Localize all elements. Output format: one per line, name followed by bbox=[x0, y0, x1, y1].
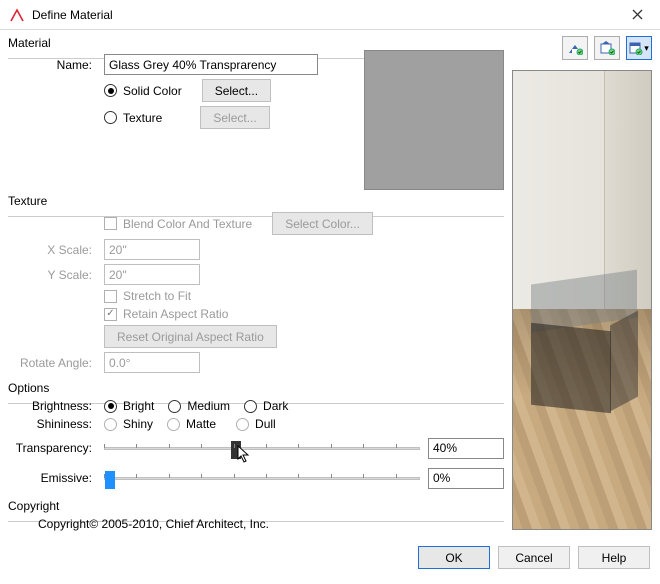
solid-color-radio[interactable]: Solid Color bbox=[104, 84, 182, 98]
material-group: Material Name: Solid Color Select... bbox=[8, 36, 504, 190]
app-icon bbox=[10, 8, 24, 22]
preview-pane[interactable] bbox=[512, 70, 652, 530]
bright-radio[interactable]: Bright bbox=[104, 399, 154, 413]
texture-select-button: Select... bbox=[200, 106, 269, 129]
copyright-text: Copyright© 2005-2010, Chief Architect, I… bbox=[38, 517, 269, 531]
ok-button[interactable]: OK bbox=[418, 546, 490, 569]
transparency-slider[interactable] bbox=[104, 435, 428, 461]
name-label: Name: bbox=[8, 58, 104, 72]
options-group: Options Brightness: Bright Medium Dark S… bbox=[8, 381, 504, 495]
rotate-input bbox=[104, 352, 200, 373]
restore-view-button[interactable] bbox=[562, 36, 588, 60]
options-legend: Options bbox=[8, 381, 52, 395]
rotate-label: Rotate Angle: bbox=[8, 356, 104, 370]
name-input[interactable] bbox=[104, 54, 318, 75]
cancel-button[interactable]: Cancel bbox=[498, 546, 570, 569]
help-button[interactable]: Help bbox=[578, 546, 650, 569]
select-color-button: Select Color... bbox=[272, 212, 373, 235]
reset-aspect-button: Reset Original Aspect Ratio bbox=[104, 325, 277, 348]
shininess-label: Shininess: bbox=[8, 417, 104, 431]
xscale-input bbox=[104, 239, 200, 260]
stretch-checkbox: Stretch to Fit bbox=[104, 289, 191, 303]
view-menu-button[interactable]: ▾ bbox=[626, 36, 652, 60]
close-button[interactable] bbox=[614, 0, 660, 30]
chevron-down-icon: ▾ bbox=[644, 43, 649, 54]
emissive-slider[interactable] bbox=[104, 465, 428, 491]
blend-checkbox: Blend Color And Texture bbox=[104, 217, 252, 231]
texture-group: Texture Blend Color And Texture Select C… bbox=[8, 194, 504, 377]
material-legend: Material bbox=[8, 36, 54, 50]
xscale-label: X Scale: bbox=[8, 243, 104, 257]
texture-legend: Texture bbox=[8, 194, 50, 208]
brightness-label: Brightness: bbox=[8, 399, 104, 413]
yscale-input bbox=[104, 264, 200, 285]
dark-radio[interactable]: Dark bbox=[244, 399, 288, 413]
dialog-buttons: OK Cancel Help bbox=[0, 540, 660, 569]
emissive-label: Emissive: bbox=[8, 471, 104, 485]
save-view-button[interactable] bbox=[594, 36, 620, 60]
yscale-label: Y Scale: bbox=[8, 268, 104, 282]
medium-radio[interactable]: Medium bbox=[168, 399, 230, 413]
titlebar: Define Material bbox=[0, 0, 660, 30]
preview-toolbar: ▾ bbox=[512, 36, 652, 60]
material-swatch bbox=[364, 50, 504, 190]
copyright-legend: Copyright bbox=[8, 499, 62, 513]
copyright-group: Copyright Copyright© 2005-2010, Chief Ar… bbox=[8, 499, 504, 535]
emissive-input[interactable] bbox=[428, 468, 504, 489]
dull-radio[interactable]: Dull bbox=[236, 417, 276, 431]
window-title: Define Material bbox=[32, 8, 614, 22]
retain-aspect-checkbox: Retain Aspect Ratio bbox=[104, 307, 228, 321]
shiny-radio[interactable]: Shiny bbox=[104, 417, 153, 431]
transparency-label: Transparency: bbox=[8, 441, 104, 455]
matte-radio[interactable]: Matte bbox=[167, 417, 216, 431]
transparency-input[interactable] bbox=[428, 438, 504, 459]
texture-radio[interactable]: Texture bbox=[104, 111, 162, 125]
solid-select-button[interactable]: Select... bbox=[202, 79, 271, 102]
